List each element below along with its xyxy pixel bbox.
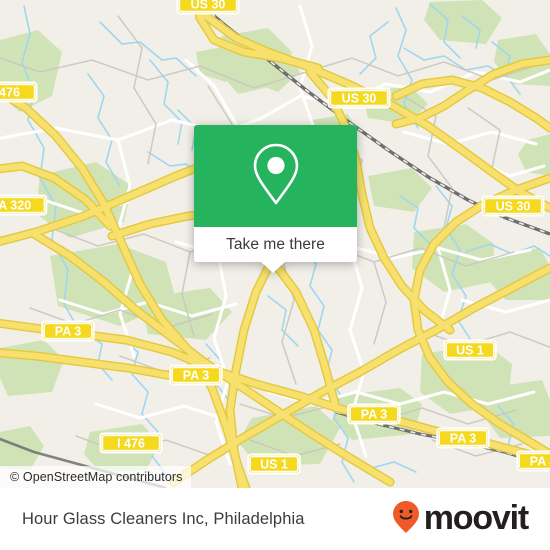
route-shield-label: US 1 [456,343,484,357]
route-shield-label: PA 3 [183,368,209,382]
osm-attribution: © OpenStreetMap contributors [0,466,191,488]
map-screenshot: US 30 I 476 US 30 PA 320 US 30 PA 3 US 1 PA 3 PA… [0,0,550,550]
callout-inner: Take me there [194,125,357,262]
bottom-info-bar: Hour Glass Cleaners Inc, Philadelphia mo… [0,488,550,550]
place-name-label: Hour Glass Cleaners Inc, Philadelphia [22,509,305,528]
route-shield: PA 3 [169,364,223,386]
location-callout-card[interactable]: Take me there [194,125,357,273]
route-shield-label: I 476 [117,436,145,450]
route-shield: PA 3 [41,320,95,342]
route-shield-label: PA 3 [55,324,81,338]
route-shield-label: US 30 [191,0,226,11]
osm-attribution-text: © OpenStreetMap contributors [10,470,183,484]
route-shield-label: I 476 [0,85,20,99]
route-shield: PA 3 [516,450,550,472]
route-shield-label: US 1 [260,457,288,471]
route-shield: US 30 [176,0,240,15]
bottom-bar-content: Hour Glass Cleaners Inc, Philadelphia mo… [0,488,550,550]
route-shield: US 1 [247,453,301,475]
map-canvas[interactable]: US 30 I 476 US 30 PA 320 US 30 PA 3 US 1 PA 3 PA… [0,0,550,488]
callout-pointer-tail [260,261,286,273]
callout-header [194,125,357,227]
route-shield-label: US 30 [342,91,377,105]
callout-footer[interactable]: Take me there [194,227,357,262]
moovit-wordmark: moovit [423,499,529,537]
route-shield: I 476 [99,432,163,454]
route-shield: I 476 [0,81,38,103]
route-shield: US 30 [481,195,545,217]
moovit-smiley-pin-icon [391,500,421,539]
route-shield: PA 3 [347,403,401,425]
route-shield: US 1 [443,339,497,361]
route-shield-label: US 30 [496,199,531,213]
location-pin-icon [249,141,303,212]
route-shield: PA 3 [436,427,490,449]
route-shield-label: PA 3 [361,407,387,421]
route-shield: PA 320 [0,194,48,216]
route-shield: US 30 [327,87,391,109]
route-shield-label: PA 3 [530,454,550,468]
take-me-there-label: Take me there [226,235,325,253]
route-shield-label: PA 320 [0,198,31,212]
moovit-logo[interactable]: moovit [391,499,529,539]
route-shield-label: PA 3 [450,431,476,445]
